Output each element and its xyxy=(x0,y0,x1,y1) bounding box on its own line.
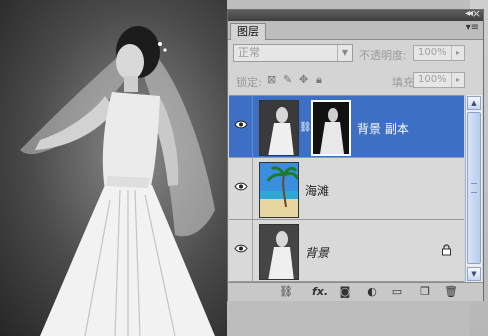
layers-toolbar: ⛓ fx. ◙ ◐ ▭ ❐ 🗑︎ xyxy=(228,282,483,301)
panel-titlebar[interactable]: ◂◂ × xyxy=(228,7,483,21)
eye-icon xyxy=(234,182,248,191)
visibility-toggle[interactable] xyxy=(229,96,253,157)
layer-name[interactable]: 海滩 xyxy=(305,182,329,199)
grip-icon xyxy=(471,183,477,193)
layer-mask-thumbnail[interactable] xyxy=(311,100,351,156)
new-layer-icon[interactable]: ❐ xyxy=(418,285,432,299)
eye-icon xyxy=(234,120,248,129)
link-chain-icon[interactable]: ⛓ xyxy=(299,122,312,133)
trash-icon[interactable]: 🗑︎ xyxy=(444,285,458,299)
layer-row-background-copy[interactable]: ⛓ 背景 副本 xyxy=(229,96,464,158)
opacity-value: 100% xyxy=(418,47,447,58)
layer-name[interactable]: 背景 副本 xyxy=(357,120,409,137)
opacity-field[interactable]: 100% ▸ xyxy=(413,45,465,61)
fill-value: 100% xyxy=(418,74,447,85)
blend-mode-value: 正常 xyxy=(238,46,260,59)
layer-row-beach[interactable]: 海滩 xyxy=(229,158,464,220)
layer-thumbnail[interactable] xyxy=(259,224,299,280)
tab-layers[interactable]: 图层 xyxy=(230,23,266,40)
lock-move-icon[interactable]: ✥ xyxy=(299,73,308,86)
fill-field[interactable]: 100% ▸ xyxy=(413,72,465,88)
lock-label: 锁定: xyxy=(236,76,262,89)
opacity-label: 不透明度: xyxy=(359,49,407,62)
layer-thumbnail[interactable] xyxy=(259,100,299,156)
scroll-down-icon[interactable]: ▼ xyxy=(467,267,481,281)
chevron-right-icon[interactable]: ▸ xyxy=(451,73,464,87)
link-layers-icon[interactable]: ⛓ xyxy=(278,285,294,299)
close-icon[interactable]: × xyxy=(472,7,481,20)
scroll-thumb[interactable] xyxy=(467,112,481,264)
fx-icon[interactable]: fx. xyxy=(310,285,330,299)
layer-row-background[interactable]: 背景 xyxy=(229,220,464,282)
chevron-down-icon[interactable]: ▼ xyxy=(337,45,352,61)
eye-icon xyxy=(234,244,248,253)
add-mask-icon[interactable]: ◙ xyxy=(338,285,352,299)
panel-menu-icon[interactable]: ▾≡ xyxy=(466,22,479,33)
chevron-right-icon[interactable]: ▸ xyxy=(451,46,464,60)
lock-all-icon[interactable]: 🔒︎ xyxy=(316,73,322,87)
document-canvas[interactable] xyxy=(0,0,227,336)
layers-list: ⛓ 背景 副本 海滩 背景 xyxy=(229,95,464,283)
layer-name[interactable]: 背景 xyxy=(305,244,329,261)
lock-transparent-icon[interactable]: ⊠ xyxy=(267,73,276,86)
scroll-up-icon[interactable]: ▲ xyxy=(467,96,481,110)
layers-panel: ◂◂ × 图层 ▾≡ 正常 ▼ 不透明度: 100% ▸ 锁定: ⊠ ✎ ✥ 🔒… xyxy=(227,7,484,301)
new-group-icon[interactable]: ▭ xyxy=(390,285,404,299)
blend-mode-select[interactable]: 正常 ▼ xyxy=(233,44,353,62)
panel-tab-row: 图层 ▾≡ xyxy=(228,21,483,40)
lock-brush-icon[interactable]: ✎ xyxy=(283,73,292,86)
visibility-toggle[interactable] xyxy=(229,220,253,281)
visibility-toggle[interactable] xyxy=(229,158,253,219)
adjustment-layer-icon[interactable]: ◐ xyxy=(364,285,380,299)
layer-thumbnail[interactable] xyxy=(259,162,299,218)
lock-icon xyxy=(442,244,451,256)
bride-photo xyxy=(20,26,215,336)
double-chevron-icon[interactable]: ◂◂ xyxy=(465,8,473,19)
layers-scrollbar[interactable]: ▲ ▼ xyxy=(465,95,482,282)
